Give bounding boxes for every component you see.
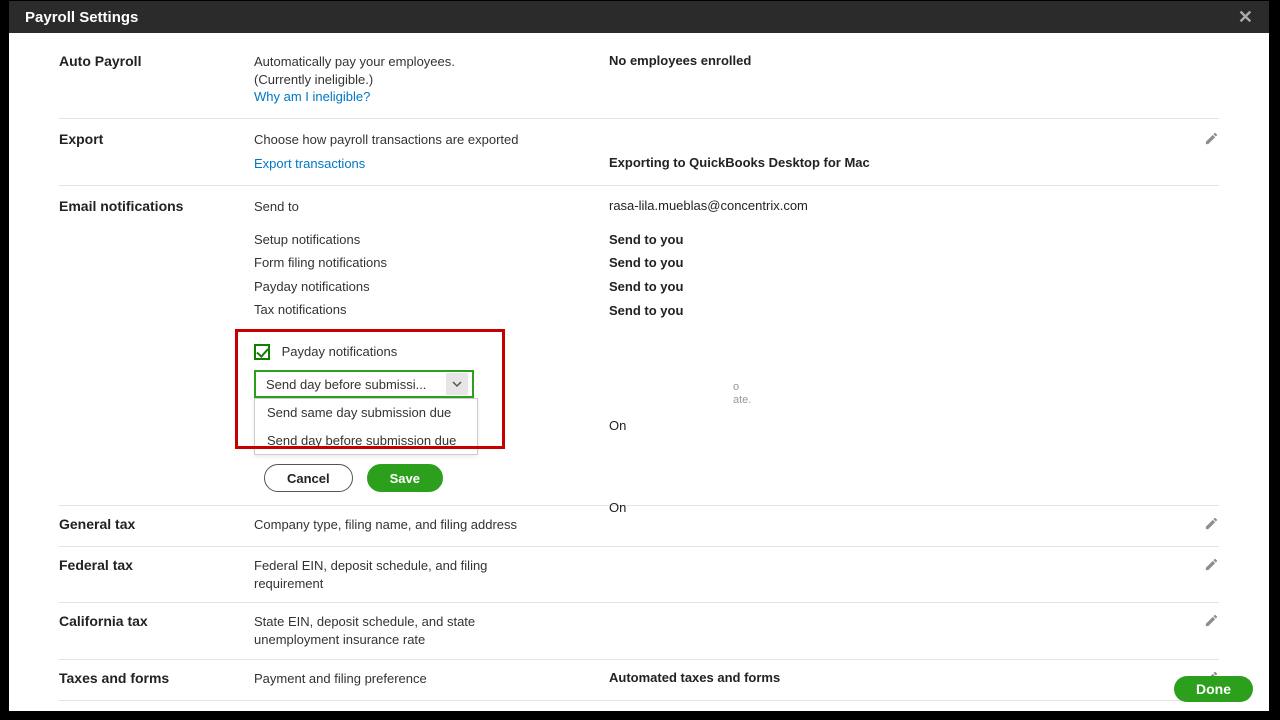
- pencil-icon[interactable]: [1204, 516, 1219, 531]
- done-button[interactable]: Done: [1174, 676, 1253, 702]
- dropdown-option[interactable]: Send same day submission due: [255, 399, 477, 427]
- pencil-icon[interactable]: [1204, 131, 1219, 146]
- notif-row-label: Setup notifications: [254, 231, 609, 249]
- dropdown-option[interactable]: Send day before submission due: [255, 427, 477, 455]
- auto-payroll-status: No employees enrolled: [609, 53, 1179, 68]
- notif-row-label: Payday notifications: [254, 278, 609, 296]
- select-selected-value: Send day before submissi...: [266, 376, 426, 394]
- taxes-forms-desc: Payment and filing preference: [254, 670, 609, 688]
- general-tax-label: General tax: [59, 516, 254, 532]
- auto-payroll-label: Auto Payroll: [59, 53, 254, 69]
- export-desc: Choose how payroll transactions are expo…: [254, 131, 609, 149]
- email-label: Email notifications: [59, 198, 254, 214]
- modal-header: Payroll Settings ✕: [9, 1, 1269, 33]
- california-tax-desc: State EIN, deposit schedule, and state u…: [254, 613, 484, 648]
- notif-row-value: Send to you: [609, 279, 1219, 294]
- pencil-icon[interactable]: [1204, 613, 1219, 628]
- payday-dropdown-list: Send same day submission due Send day be…: [254, 398, 478, 455]
- taxes-forms-value: Automated taxes and forms: [609, 670, 1179, 685]
- ineligible-link[interactable]: Why am I ineligible?: [254, 89, 370, 104]
- export-label: Export: [59, 131, 254, 147]
- notif-row-label: Form filing notifications: [254, 254, 609, 272]
- section-email-notifications: Email notifications Send to rasa-lila.mu…: [59, 186, 1219, 507]
- modal-body: Auto Payroll Automatically pay your empl…: [9, 33, 1269, 711]
- pencil-icon[interactable]: [1204, 557, 1219, 572]
- section-general-tax: General tax Company type, filing name, a…: [59, 506, 1219, 547]
- close-icon[interactable]: ✕: [1238, 8, 1253, 26]
- payday-checkbox[interactable]: [254, 344, 270, 360]
- taxes-forms-label: Taxes and forms: [59, 670, 254, 686]
- notif-row-label: Tax notifications: [254, 301, 609, 319]
- notif-row-value: Send to you: [609, 255, 1219, 270]
- notif-row-value: Send to you: [609, 303, 1219, 318]
- general-tax-desc: Company type, filing name, and filing ad…: [254, 516, 609, 534]
- federal-tax-label: Federal tax: [59, 557, 254, 573]
- notif-row-value: Send to you: [609, 232, 1219, 247]
- payday-on-status: On: [609, 418, 626, 433]
- export-status: Exporting to QuickBooks Desktop for Mac: [609, 155, 1179, 170]
- cancel-button[interactable]: Cancel: [264, 464, 353, 492]
- section-california-tax: California tax State EIN, deposit schedu…: [59, 603, 1219, 659]
- send-to-label: Send to: [254, 198, 609, 216]
- auto-payroll-desc: Automatically pay your employees. (Curre…: [254, 53, 609, 106]
- payday-checkbox-label: Payday notifications: [282, 344, 398, 359]
- section-taxes-forms: Taxes and forms Payment and filing prefe…: [59, 660, 1219, 701]
- second-on-status: On: [609, 500, 626, 515]
- section-federal-tax: Federal tax Federal EIN, deposit schedul…: [59, 547, 1219, 603]
- section-auto-payroll: Auto Payroll Automatically pay your empl…: [59, 47, 1219, 119]
- federal-tax-desc: Federal EIN, deposit schedule, and filin…: [254, 557, 494, 592]
- section-export: Export Choose how payroll transactions a…: [59, 119, 1219, 186]
- footer: Done: [1174, 681, 1253, 699]
- chevron-down-icon: [446, 373, 468, 395]
- modal-title: Payroll Settings: [25, 9, 138, 26]
- payroll-settings-modal: Payroll Settings ✕ Auto Payroll Automati…: [8, 0, 1270, 712]
- california-tax-label: California tax: [59, 613, 254, 629]
- payday-timing-select[interactable]: Send day before submissi... Send same da…: [254, 370, 474, 398]
- export-transactions-link[interactable]: Export transactions: [254, 156, 365, 171]
- send-to-email: rasa-lila.mueblas@concentrix.com: [609, 198, 1179, 213]
- save-button[interactable]: Save: [367, 464, 443, 492]
